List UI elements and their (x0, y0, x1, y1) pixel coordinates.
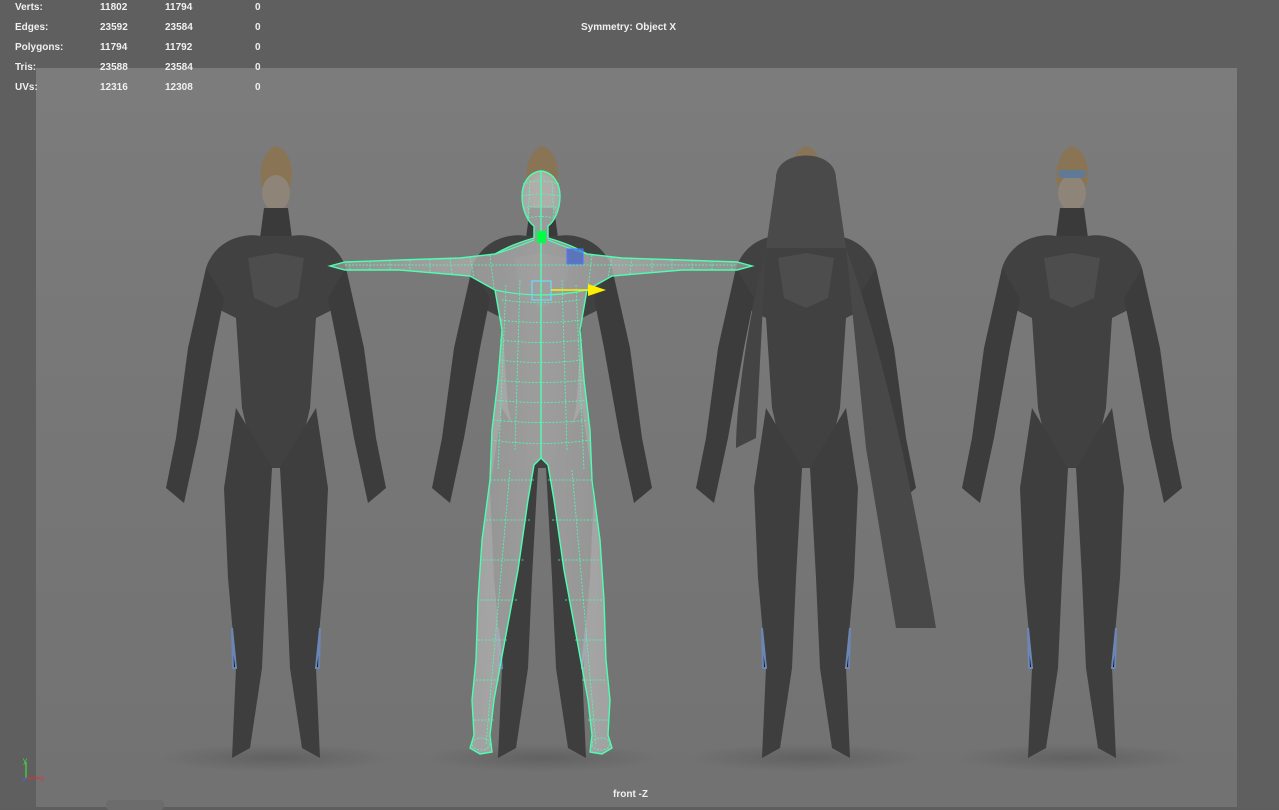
hud-value: 0 (255, 62, 261, 73)
hud-row-tris: Tris: 23588 23584 0 (0, 62, 300, 76)
poly-count-hud: Verts: 11802 11794 0 Edges: 23592 23584 … (0, 0, 300, 100)
model-mesh[interactable] (0, 0, 1279, 807)
viewport-panel[interactable]: Verts: 11802 11794 0 Edges: 23592 23584 … (0, 0, 1279, 810)
hud-value: 11794 (165, 2, 193, 13)
hud-label: Edges: (15, 22, 49, 33)
hud-value: 11794 (100, 42, 128, 53)
camera-label: front -Z (613, 789, 648, 800)
base-mesh-body[interactable] (327, 170, 755, 755)
hud-value: 12316 (100, 82, 128, 93)
hud-value: 23588 (100, 62, 128, 73)
axis-x-label: x (40, 774, 44, 783)
hud-label: Tris: (15, 62, 37, 73)
hud-value: 0 (255, 22, 261, 33)
hud-value: 23584 (165, 62, 193, 73)
hud-value: 11802 (100, 2, 128, 13)
selected-joint[interactable] (537, 231, 546, 243)
hud-row-edges: Edges: 23592 23584 0 (0, 22, 300, 36)
axis-y-label: y (23, 756, 27, 765)
hud-row-polygons: Polygons: 11794 11792 0 (0, 42, 300, 56)
hud-label: Verts: (15, 2, 43, 13)
hud-label: UVs: (15, 82, 38, 93)
hud-value: 0 (255, 82, 261, 93)
hud-row-verts: Verts: 11802 11794 0 (0, 2, 300, 16)
hud-value: 0 (255, 2, 261, 13)
axis-gizmo-icon: y x (22, 756, 44, 783)
symmetry-status: Symmetry: Object X (581, 22, 677, 33)
hud-value: 0 (255, 42, 261, 53)
plane-handle[interactable] (566, 248, 584, 265)
hud-value: 23584 (165, 22, 193, 33)
hud-row-uvs: UVs: 12316 12308 0 (0, 82, 300, 96)
viewport-corner-tab[interactable] (106, 800, 164, 810)
hud-value: 11792 (165, 42, 193, 53)
hud-label: Polygons: (15, 42, 64, 53)
hud-value: 12308 (165, 82, 193, 93)
hud-value: 23592 (100, 22, 128, 33)
